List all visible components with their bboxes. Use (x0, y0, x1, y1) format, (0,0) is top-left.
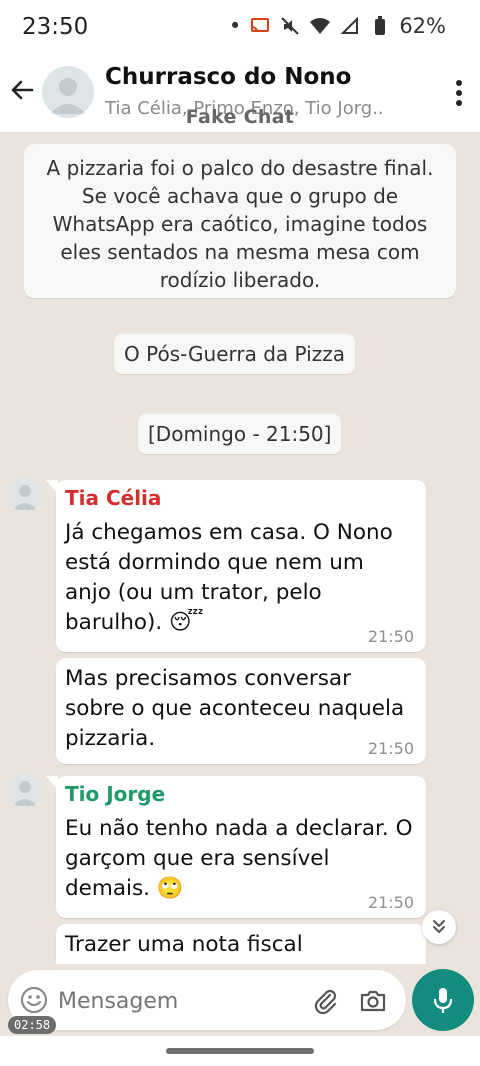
more-vert-icon[interactable] (454, 78, 464, 108)
avatar-placeholder-icon (13, 485, 37, 510)
group-avatar[interactable] (42, 66, 94, 118)
message-time: 21:50 (367, 893, 414, 912)
message-bubble[interactable]: Trazer uma nota fiscal (56, 924, 426, 964)
message-time: 21:50 (367, 739, 414, 758)
bubble-tail (46, 480, 58, 494)
status-time: 23:50 (22, 14, 89, 40)
message-bubble[interactable]: Tio Jorge Eu não tenho nada a declarar. … (46, 776, 426, 918)
message-time: 21:50 (367, 627, 414, 646)
section-title-chip: O Pós-Guerra da Pizza (114, 334, 355, 374)
message-bubble[interactable]: Mas precisamos conversar sobre o que aco… (56, 658, 426, 764)
message-composer (8, 970, 406, 1030)
chat-participants[interactable]: Tia Célia, Primo Enzo, Tio Jorg.. (105, 98, 415, 119)
notification-dot-icon: • (228, 14, 242, 38)
scroll-down-icon (433, 920, 445, 933)
message-sender: Tio Jorge (65, 782, 166, 806)
battery-level: 62% (399, 14, 446, 38)
message-text: Mas precisamos conversar sobre o que aco… (65, 666, 405, 751)
message-text: Já chegamos em casa. O Nono está dormind… (65, 520, 393, 635)
battery-icon (369, 15, 391, 37)
message-sender: Tia Célia (65, 486, 162, 510)
emoji-icon[interactable] (20, 986, 48, 1014)
mic-button[interactable] (412, 969, 474, 1031)
message-text: Trazer uma nota fiscal (65, 932, 303, 957)
date-chip: [Domingo - 21:50] (138, 414, 342, 454)
message-input[interactable] (56, 985, 280, 1017)
bubble-tail (46, 776, 58, 790)
recording-timer: 02:58 (8, 1016, 57, 1034)
back-arrow-icon[interactable] (8, 76, 36, 104)
mic-icon (433, 988, 453, 1013)
message-bubble[interactable]: Tia Célia Já chegamos em casa. O Nono es… (46, 480, 426, 652)
signal-icon (339, 15, 361, 37)
chat-area[interactable]: A pizzaria foi o palco do desastre final… (0, 132, 480, 964)
attach-icon[interactable] (310, 986, 340, 1016)
wifi-icon (309, 15, 331, 37)
chat-header: Churrasco do Nono Tia Célia, Primo Enzo,… (0, 56, 480, 133)
scroll-down-button[interactable] (422, 910, 456, 944)
chat-title[interactable]: Churrasco do Nono (105, 64, 351, 90)
intro-system-message: A pizzaria foi o palco do desastre final… (24, 144, 456, 298)
system-nav-bar (0, 1036, 480, 1066)
status-bar: 23:50 • 62% (0, 0, 480, 56)
avatar-placeholder-icon (13, 781, 37, 806)
sender-avatar[interactable] (8, 774, 42, 808)
home-gesture-pill[interactable] (166, 1048, 314, 1054)
message-text: Eu não tenho nada a declarar. O garçom q… (65, 816, 413, 901)
mute-icon (279, 15, 301, 37)
camera-icon[interactable] (358, 986, 388, 1016)
cast-icon (249, 15, 271, 37)
avatar-placeholder-icon (50, 78, 86, 114)
status-icons: • 62% (229, 14, 446, 38)
sender-avatar[interactable] (8, 478, 42, 512)
